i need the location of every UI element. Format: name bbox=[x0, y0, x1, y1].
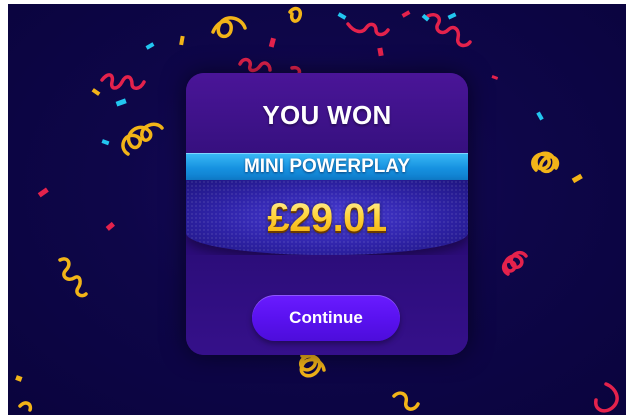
confetti-piece-icon bbox=[268, 37, 276, 48]
streamer-icon bbox=[392, 391, 420, 411]
confetti-piece-icon bbox=[145, 42, 155, 50]
screen-border-top bbox=[0, 0, 634, 4]
prize-tier-label: MINI POWERPLAY bbox=[243, 156, 411, 177]
confetti-piece-icon bbox=[536, 111, 544, 121]
streamer-icon bbox=[346, 22, 390, 37]
confetti-piece-icon bbox=[37, 187, 49, 198]
streamer-icon bbox=[121, 122, 164, 156]
streamer-icon bbox=[288, 6, 303, 23]
confetti-piece-icon bbox=[447, 12, 457, 20]
confetti-piece-icon bbox=[491, 75, 499, 80]
prize-amount-panel: £29.01 bbox=[186, 180, 468, 255]
streamer-icon bbox=[594, 382, 619, 413]
streamer-icon bbox=[18, 401, 33, 412]
screen-border-right bbox=[626, 0, 634, 415]
win-popup-header: YOU WON bbox=[186, 73, 468, 153]
streamer-icon bbox=[531, 151, 560, 174]
confetti-piece-icon bbox=[377, 47, 384, 57]
confetti-piece-icon bbox=[91, 88, 101, 96]
streamer-icon bbox=[501, 251, 528, 276]
win-title: YOU WON bbox=[262, 100, 392, 130]
streamer-icon bbox=[299, 353, 326, 378]
screen-border-left bbox=[0, 0, 8, 415]
continue-button[interactable]: Continue bbox=[252, 295, 400, 341]
streamer-icon bbox=[238, 57, 272, 73]
confetti-piece-icon bbox=[15, 375, 23, 382]
confetti-piece-icon bbox=[571, 173, 583, 184]
win-popup: YOU WON MINI POWERPLAY £29.01 Continue bbox=[186, 73, 468, 355]
streamer-icon bbox=[426, 12, 472, 48]
prize-amount: £29.01 bbox=[186, 196, 468, 241]
confetti-piece-icon bbox=[105, 221, 115, 231]
streamer-icon bbox=[58, 257, 88, 298]
prize-tier-ribbon: MINI POWERPLAY bbox=[186, 153, 468, 181]
confetti-piece-icon bbox=[101, 139, 110, 146]
confetti-piece-icon bbox=[337, 12, 347, 20]
confetti-piece-icon bbox=[401, 10, 411, 18]
confetti-piece-icon bbox=[179, 35, 185, 46]
streamer-icon bbox=[100, 73, 146, 90]
confetti-piece-icon bbox=[115, 98, 127, 107]
streamer-icon bbox=[211, 16, 247, 39]
